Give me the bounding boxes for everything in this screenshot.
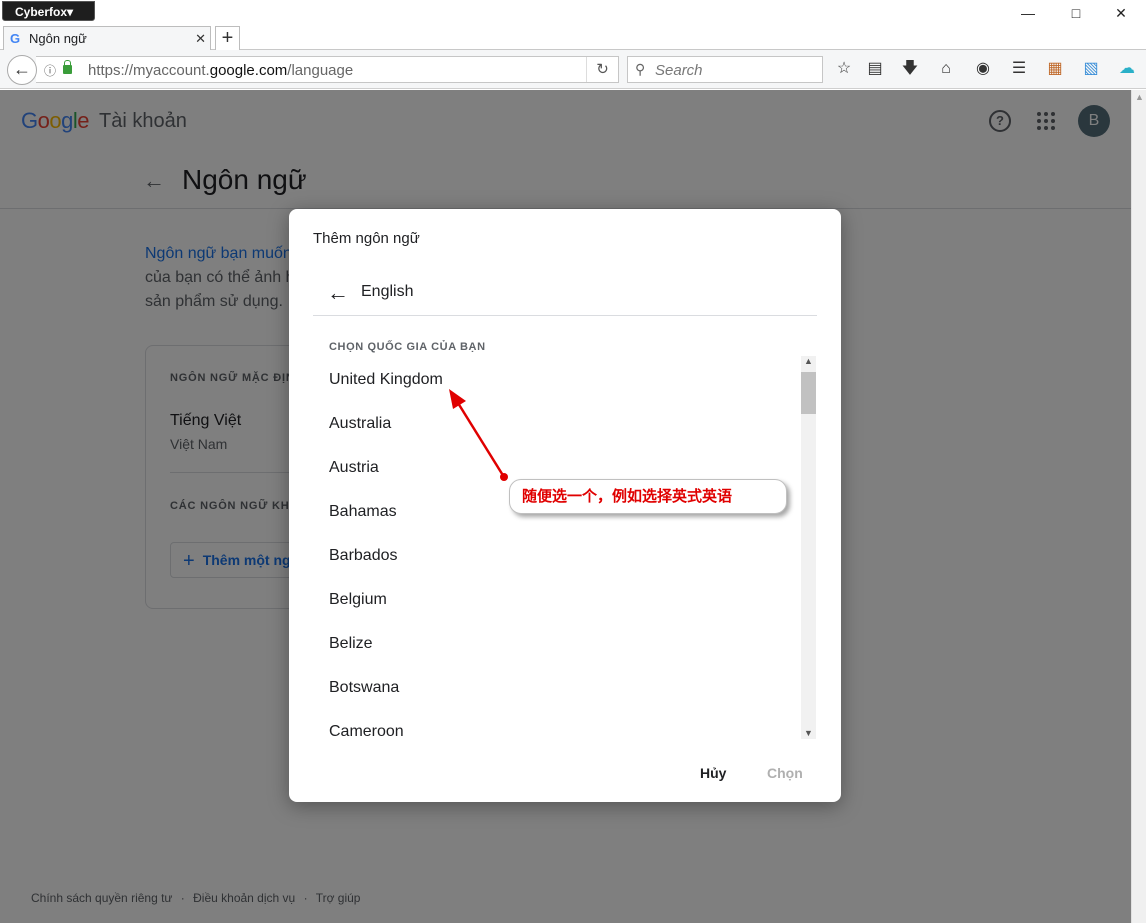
url-bar[interactable]: ⓘ https://myaccount.google.com/language … xyxy=(36,56,619,83)
dialog-title: Thêm ngôn ngữ xyxy=(313,230,420,247)
download-icon[interactable]: 🡇 xyxy=(899,58,921,80)
country-option-united-kingdom[interactable]: United Kingdom xyxy=(329,371,443,389)
close-tab-icon[interactable]: ✕ xyxy=(195,27,206,50)
tab-title: Ngôn ngữ xyxy=(29,31,87,46)
cancel-button[interactable]: Hủy xyxy=(700,765,726,781)
maximize-icon[interactable]: □ xyxy=(1065,3,1087,23)
google-favicon-icon: G xyxy=(10,31,21,46)
scroll-thumb[interactable] xyxy=(801,372,816,414)
search-input[interactable]: ⚲ Search xyxy=(627,56,823,83)
close-window-icon[interactable]: ✕ xyxy=(1110,3,1132,23)
page-scrollbar[interactable]: ▲ xyxy=(1131,90,1146,923)
country-option-belgium[interactable]: Belgium xyxy=(329,591,387,609)
lock-icon[interactable] xyxy=(63,60,72,74)
search-icon: ⚲ xyxy=(635,61,646,77)
pocket-icon[interactable]: ◉ xyxy=(972,58,994,80)
app-menu-button[interactable]: Cyberfox▾ xyxy=(2,1,95,21)
navigation-toolbar: ⓘ https://myaccount.google.com/language … xyxy=(0,50,1146,89)
scroll-up-icon[interactable]: ▲ xyxy=(804,356,813,366)
minimize-icon[interactable]: — xyxy=(1017,3,1039,23)
country-list-scrollbar[interactable]: ▲ ▼ xyxy=(801,356,816,739)
reader-list-icon[interactable]: ▤ xyxy=(864,58,886,80)
url-text[interactable]: https://myaccount.google.com/language xyxy=(88,62,353,79)
country-option-australia[interactable]: Australia xyxy=(329,415,391,433)
country-option-cameroon[interactable]: Cameroon xyxy=(329,723,404,741)
country-option-barbados[interactable]: Barbados xyxy=(329,547,398,565)
scroll-down-icon[interactable]: ▼ xyxy=(804,728,813,738)
dialog-back-arrow-icon[interactable]: ← xyxy=(327,280,349,306)
search-placeholder: Search xyxy=(655,62,703,79)
bookmark-star-icon[interactable]: ☆ xyxy=(833,58,855,80)
selected-language: English xyxy=(361,283,414,300)
country-option-bahamas[interactable]: Bahamas xyxy=(329,503,397,521)
back-button[interactable]: ← xyxy=(7,55,37,85)
extension-icon[interactable]: ▦ xyxy=(1044,58,1066,80)
dialog-divider xyxy=(313,315,817,316)
tab-ngon-ngu[interactable]: G Ngôn ngữ ✕ xyxy=(3,26,211,51)
home-icon[interactable]: ⌂ xyxy=(935,58,957,80)
country-option-botswana[interactable]: Botswana xyxy=(329,679,399,697)
scroll-up-icon[interactable]: ▲ xyxy=(1135,92,1144,102)
choose-button[interactable]: Chọn xyxy=(767,765,803,781)
country-section-heading: CHỌN QUỐC GIA CỦA BẠN xyxy=(329,341,486,353)
tab-strip: G Ngôn ngữ ✕ + xyxy=(0,26,1146,51)
menu-icon[interactable]: ☰ xyxy=(1008,58,1030,80)
country-option-austria[interactable]: Austria xyxy=(329,459,379,477)
info-icon[interactable]: ⓘ xyxy=(44,62,56,79)
annotation-callout: 随便选一个，例如选择英式英语 xyxy=(509,479,787,514)
cloud-sync-icon[interactable]: ☁ xyxy=(1116,58,1138,80)
extension-2-icon[interactable]: ▧ xyxy=(1080,58,1102,80)
reload-icon[interactable]: ↻ xyxy=(586,57,618,82)
country-option-belize[interactable]: Belize xyxy=(329,635,373,653)
new-tab-button[interactable]: + xyxy=(215,26,240,50)
title-bar: Cyberfox▾ — □ ✕ xyxy=(0,0,1146,26)
